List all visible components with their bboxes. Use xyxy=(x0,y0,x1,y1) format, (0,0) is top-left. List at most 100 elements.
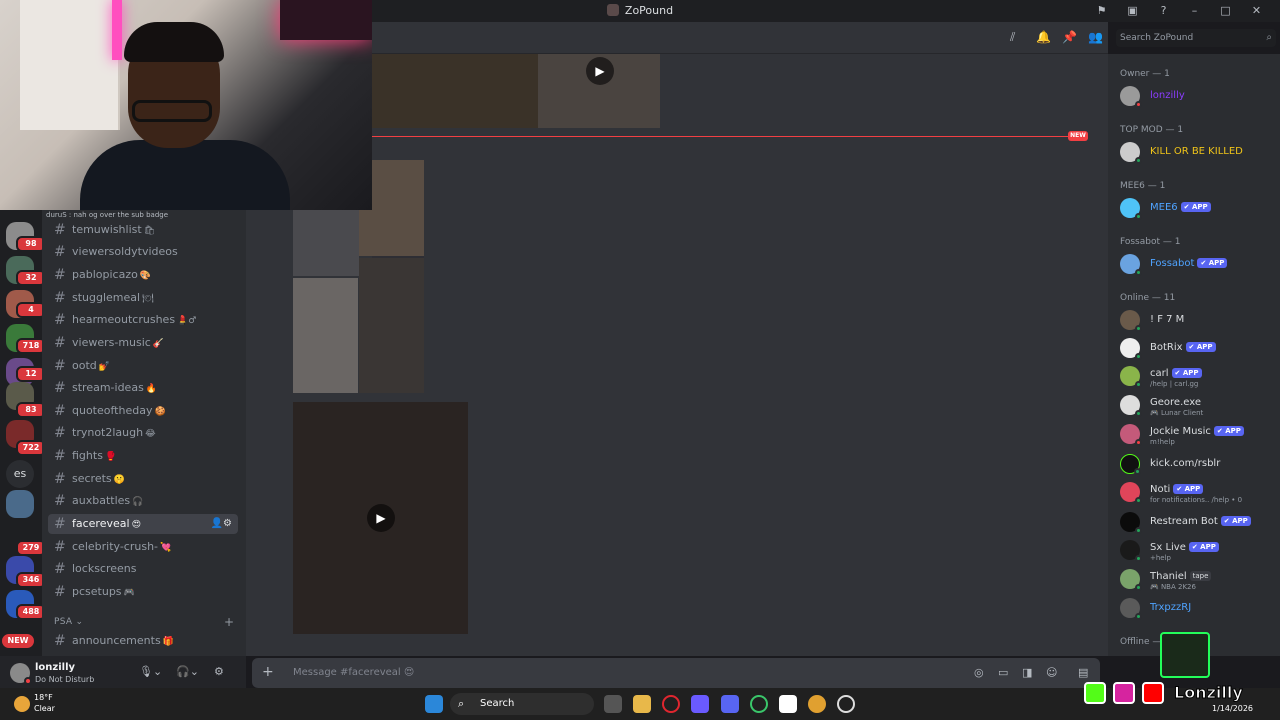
channel-celebrity-crush[interactable]: # celebrity-crush- 💘 xyxy=(48,537,238,557)
channel-emoji: 💅 xyxy=(98,362,110,372)
member-item[interactable]: MEE6 ✔ APP xyxy=(1120,195,1276,221)
flag-icon[interactable]: ⚑ xyxy=(1086,2,1117,20)
chrome-icon[interactable] xyxy=(808,695,826,713)
gif-icon[interactable]: ▭ xyxy=(998,666,1008,679)
minimize-icon[interactable]: – xyxy=(1179,2,1210,20)
video-attachment[interactable]: ▶ xyxy=(538,54,660,128)
image-attachment[interactable] xyxy=(372,54,538,128)
capcut-icon[interactable] xyxy=(779,695,797,713)
member-list-icon[interactable]: 👥 xyxy=(1088,30,1103,44)
member-name: Jockie Music xyxy=(1150,426,1211,437)
avatar xyxy=(1120,540,1142,562)
add-channel-icon[interactable]: + xyxy=(224,615,234,629)
gear-icon[interactable]: ⚙ xyxy=(214,665,224,678)
new-servers-pill[interactable]: NEW xyxy=(2,634,34,648)
discord-icon[interactable] xyxy=(721,695,739,713)
channel-pablopicazo[interactable]: # pablopicazo 🎨 xyxy=(48,265,238,285)
channel-fights[interactable]: # fights 🥊 xyxy=(48,446,238,466)
headphones-icon[interactable]: 🎧⌄ xyxy=(176,665,199,678)
user-name: lonzilly xyxy=(35,662,76,673)
category-psa[interactable]: PSA ⌄ xyxy=(54,617,83,627)
start-icon[interactable] xyxy=(425,695,443,713)
member-item[interactable]: Restream Bot ✔ APP xyxy=(1120,509,1276,535)
play-icon[interactable]: ▶ xyxy=(367,504,395,532)
channel-emoji: 😍 xyxy=(131,520,141,530)
opera-icon[interactable] xyxy=(662,695,680,713)
obs-icon[interactable] xyxy=(837,695,855,713)
member-item[interactable]: ! F 7 M xyxy=(1120,307,1276,333)
member-item[interactable]: BotRix ✔ APP xyxy=(1120,335,1276,361)
file-explorer-icon[interactable] xyxy=(633,695,651,713)
apps-icon[interactable]: ▤ xyxy=(1078,666,1088,679)
online-status-icon xyxy=(1135,497,1142,504)
search-icon: ⌕ xyxy=(1266,32,1272,43)
channel-quoteoftheday[interactable]: # quoteoftheday 🍪 xyxy=(48,401,238,421)
webcam-led xyxy=(112,0,122,60)
channel-ootd[interactable]: # ootd 💅 xyxy=(48,356,238,376)
server-icon-8[interactable] xyxy=(6,490,34,518)
channel-emoji: 😂 xyxy=(145,429,156,439)
copilot-icon[interactable] xyxy=(691,695,709,713)
video-attachment[interactable]: ▶ xyxy=(293,402,468,634)
hash-icon: # xyxy=(54,516,66,532)
bell-icon[interactable]: 🔔 xyxy=(1036,30,1051,44)
member-item[interactable]: KILL OR BE KILLED xyxy=(1120,139,1276,165)
channel-auxbattles[interactable]: # auxbattles 🎧 xyxy=(48,491,238,511)
inbox-icon[interactable]: ▣ xyxy=(1117,2,1148,20)
search-input[interactable]: Search ZoPound ⌕ xyxy=(1116,29,1276,47)
image-attachment[interactable] xyxy=(293,278,358,393)
channel-temuwishlist[interactable]: # temuwishlist 🛍 xyxy=(48,220,238,240)
channel-lockscreens[interactable]: # lockscreens xyxy=(48,559,238,579)
app-icon[interactable] xyxy=(750,695,768,713)
channel-stugglemeal[interactable]: # stugglemeal 🍽 xyxy=(48,288,238,308)
member-item[interactable]: lonzilly xyxy=(1120,83,1276,109)
channel-viewers-music[interactable]: # viewers-music 🎸 xyxy=(48,333,238,353)
channel-label: announcements xyxy=(72,634,161,647)
hash-icon: # xyxy=(54,539,66,555)
member-item[interactable]: Jockie Music ✔ APP m!help xyxy=(1120,421,1276,447)
member-name: kick.com/rsblr xyxy=(1150,458,1221,469)
channel-hearmeoutcrushes[interactable]: # hearmeoutcrushes 💄♂ xyxy=(48,310,238,330)
close-icon[interactable]: ✕ xyxy=(1241,2,1272,20)
channel-label: hearmeoutcrushes xyxy=(72,313,176,326)
member-item[interactable]: Sx Live ✔ APP +help xyxy=(1120,537,1276,563)
member-item[interactable]: kick.com/rsblr xyxy=(1120,451,1276,477)
member-item[interactable]: Geore.exe 🎮 Lunar Client xyxy=(1120,392,1276,418)
sticker-icon[interactable]: ◨ xyxy=(1022,666,1032,679)
maximize-icon[interactable]: □ xyxy=(1210,2,1241,20)
emoji-icon[interactable]: ☺ xyxy=(1046,666,1057,679)
channel-viewersoldytvideos[interactable]: # viewersoldytvideos xyxy=(48,242,238,262)
member-item[interactable]: Fossabot ✔ APP xyxy=(1120,251,1276,277)
avatar xyxy=(1120,482,1142,504)
mic-icon[interactable]: 🎙⌄ xyxy=(139,665,162,678)
server-es[interactable]: es xyxy=(6,460,34,488)
channel-secrets[interactable]: # secrets 🤫 xyxy=(48,469,238,489)
channel-trynot2laugh[interactable]: # trynot2laugh 😂 xyxy=(48,423,238,443)
play-icon[interactable]: ▶ xyxy=(586,57,614,85)
channel-stream-ideas[interactable]: # stream-ideas 🔥 xyxy=(48,378,238,398)
screen: ZoPound ⚑ ▣ ? – □ ✕ ⫽ 🔔 📌 👥 Search ZoPou… xyxy=(0,0,1280,720)
app-badge: ✔ APP xyxy=(1180,202,1211,212)
threads-icon[interactable]: ⫽ xyxy=(1010,30,1015,45)
avatar[interactable] xyxy=(10,663,32,685)
add-attachment-icon[interactable]: + xyxy=(262,664,274,680)
pin-icon[interactable]: 📌 xyxy=(1062,30,1077,44)
help-icon[interactable]: ? xyxy=(1148,2,1179,20)
online-status-icon xyxy=(1135,325,1142,332)
channel-facereveal[interactable]: # facereveal 😍 👤⚙ xyxy=(48,514,238,534)
channel-announcements[interactable]: # announcements 🎁 xyxy=(48,631,238,651)
search-placeholder: Search ZoPound xyxy=(1120,33,1194,43)
channel-pcsetups[interactable]: # pcsetups 🎮 xyxy=(48,582,238,602)
gift-icon[interactable]: ◎ xyxy=(974,666,984,679)
channel-settings-icon[interactable]: 👤⚙ xyxy=(211,514,232,534)
message-composer[interactable]: + Message #facereveal 😍 ◎ ▭ ◨ ☺ ▤ xyxy=(252,658,1100,688)
taskbar-search[interactable]: ⌕ Search xyxy=(450,693,594,715)
member-item[interactable]: TrxpzzRJ xyxy=(1120,595,1276,621)
member-item[interactable]: Noti ✔ APP for notifications.. /help • 0 xyxy=(1120,479,1276,505)
member-item[interactable]: carl ✔ APP/help | carl.gg xyxy=(1120,363,1276,389)
image-attachment[interactable] xyxy=(359,258,424,393)
member-item[interactable]: Thaniel tape 🎮 NBA 2K26 xyxy=(1120,566,1276,592)
task-view-icon[interactable] xyxy=(604,695,622,713)
online-status-icon xyxy=(1135,157,1142,164)
image-attachment[interactable] xyxy=(293,210,359,276)
